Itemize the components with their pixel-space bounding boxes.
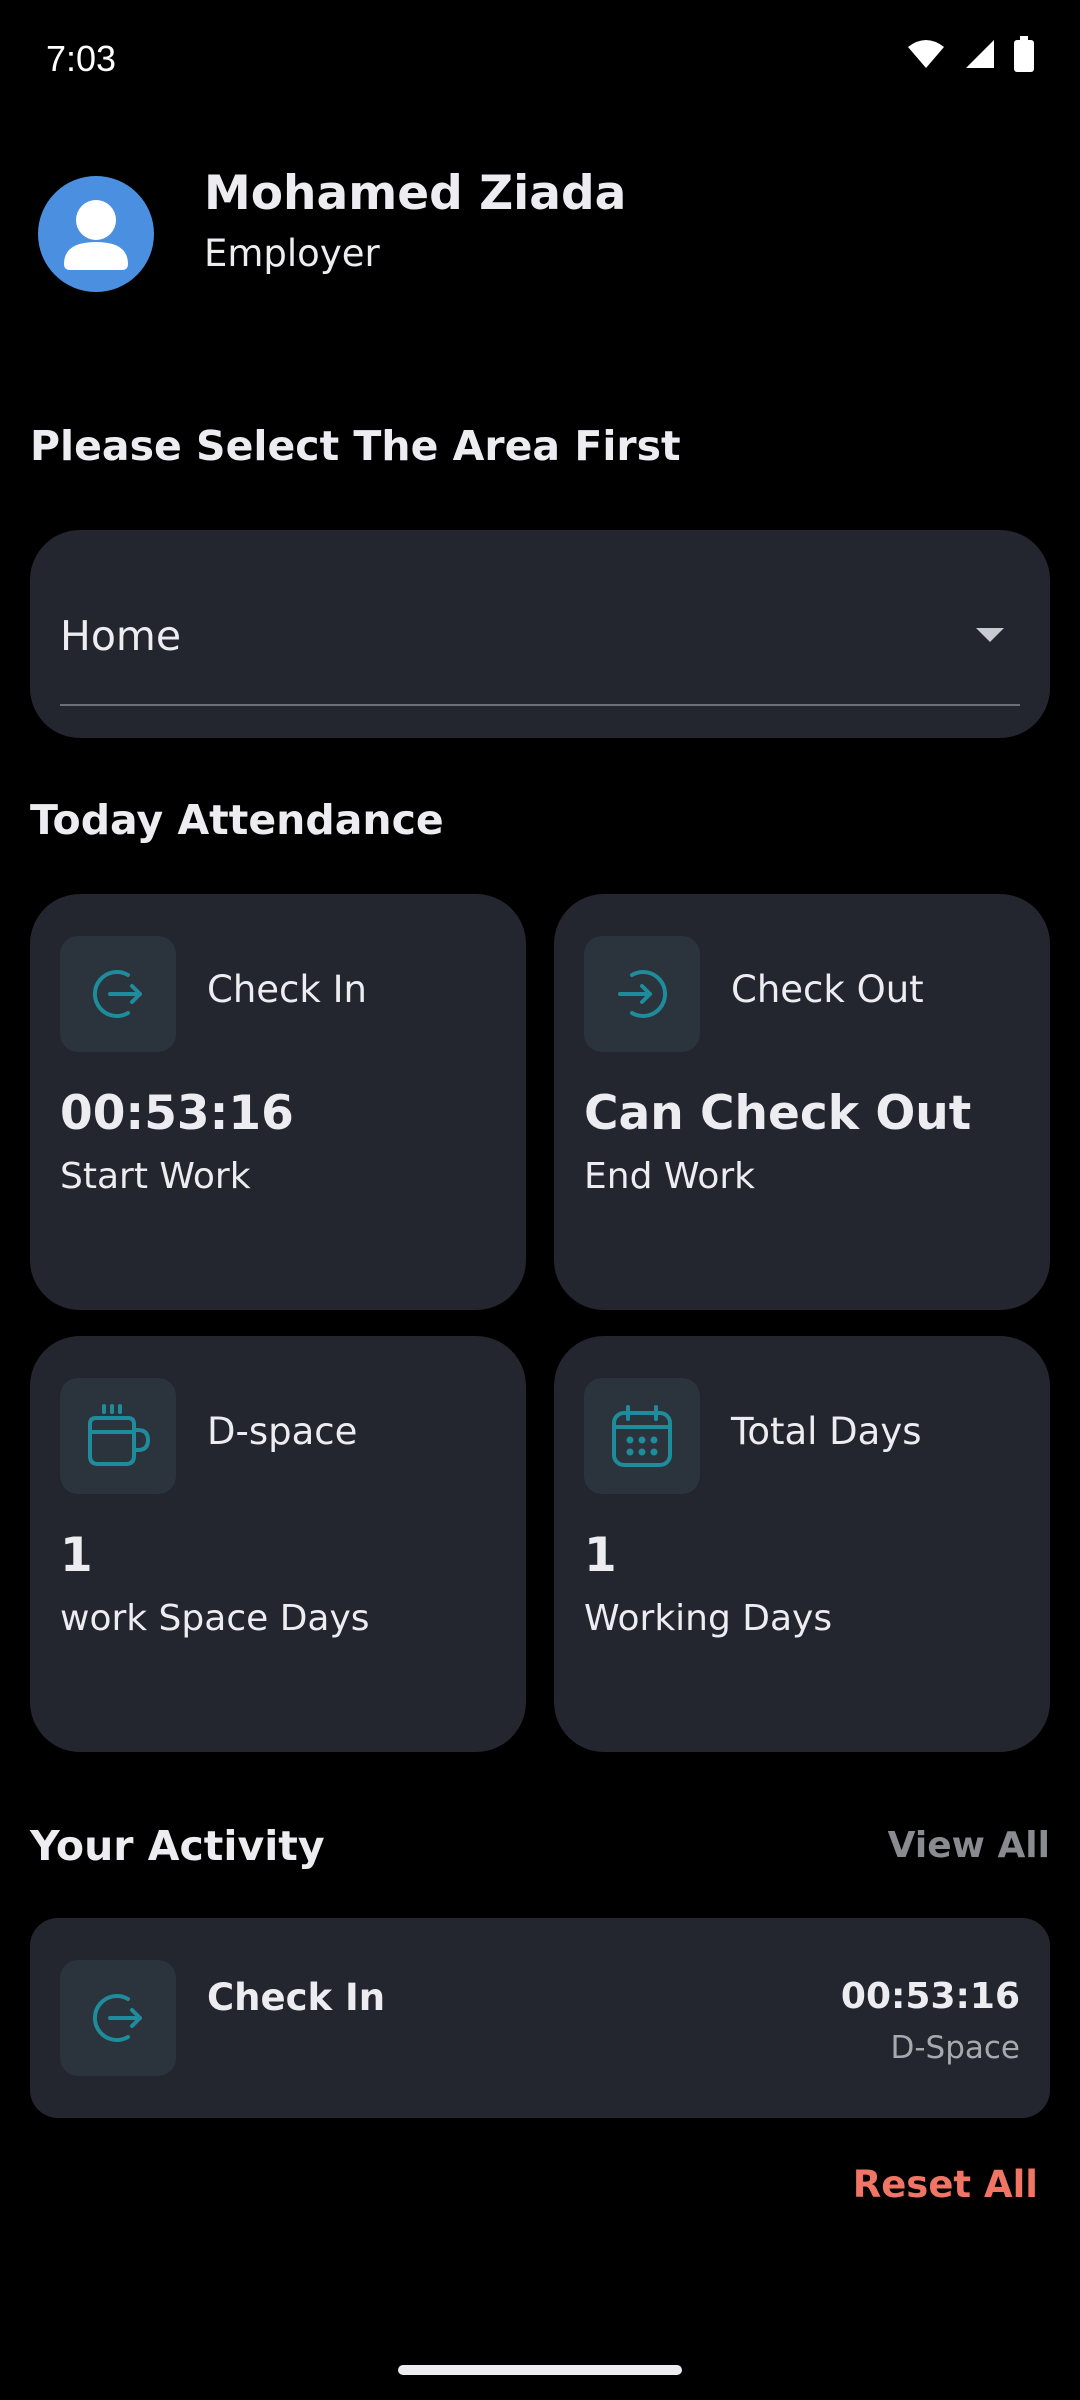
dropdown-arrow-icon (976, 628, 1004, 642)
activity-section-title: Your Activity (30, 1822, 325, 1870)
login-icon (92, 970, 142, 1018)
attendance-section-title: Today Attendance (30, 796, 444, 844)
profile-role: Employer (204, 232, 380, 275)
check-in-card[interactable]: Check In 00:53:16 Start Work (30, 894, 526, 1310)
area-section-title: Please Select The Area First (30, 422, 681, 470)
signal-icon (966, 40, 994, 68)
check-out-subtitle: End Work (584, 1156, 756, 1197)
total-days-card[interactable]: Total Days 1 Working Days (554, 1336, 1050, 1752)
logout-icon (618, 970, 668, 1018)
view-all-link[interactable]: View All (888, 1825, 1050, 1866)
profile-name: Mohamed Ziada (204, 166, 627, 221)
status-time: 7:03 (46, 38, 117, 79)
activity-item-place: D-Space (890, 2030, 1020, 2066)
calendar-icon (612, 1405, 672, 1467)
d-space-count: 1 (60, 1528, 93, 1583)
screen: 7:03 Mohamed Ziada Employer Please Selec… (0, 0, 1080, 2400)
d-space-label: D-space (207, 1410, 358, 1453)
area-dropdown[interactable]: Home (60, 604, 1020, 706)
check-in-icon-box (60, 936, 176, 1052)
login-icon (92, 1994, 142, 2042)
check-in-time: 00:53:16 (60, 1086, 294, 1141)
activity-item-time: 00:53:16 (840, 1976, 1020, 2017)
reset-all-button[interactable]: Reset All (853, 2163, 1038, 2206)
check-in-label: Check In (207, 968, 367, 1011)
check-out-icon-box (584, 936, 700, 1052)
wifi-icon (908, 40, 944, 68)
check-out-label: Check Out (731, 968, 924, 1011)
check-out-status: Can Check Out (584, 1086, 972, 1141)
status-bar: 7:03 (0, 0, 1080, 120)
activity-item-title: Check In (207, 1976, 386, 2019)
check-in-subtitle: Start Work (60, 1156, 251, 1197)
activity-icon-box (60, 1960, 176, 2076)
user-icon (64, 200, 128, 270)
status-icons (906, 36, 1034, 72)
coffee-cup-icon (88, 1404, 150, 1466)
check-out-card[interactable]: Check Out Can Check Out End Work (554, 894, 1050, 1310)
area-dropdown-value: Home (60, 612, 182, 660)
total-days-subtitle: Working Days (584, 1598, 833, 1639)
home-indicator[interactable] (398, 2365, 682, 2375)
d-space-subtitle: work Space Days (60, 1598, 370, 1639)
d-space-icon-box (60, 1378, 176, 1494)
area-dropdown-card: Home (30, 530, 1050, 738)
total-days-icon-box (584, 1378, 700, 1494)
total-days-count: 1 (584, 1528, 617, 1583)
total-days-label: Total Days (731, 1410, 922, 1453)
d-space-card[interactable]: D-space 1 work Space Days (30, 1336, 526, 1752)
battery-icon (1014, 36, 1034, 72)
activity-item[interactable]: Check In 00:53:16 D-Space (30, 1918, 1050, 2118)
avatar[interactable] (38, 176, 154, 292)
